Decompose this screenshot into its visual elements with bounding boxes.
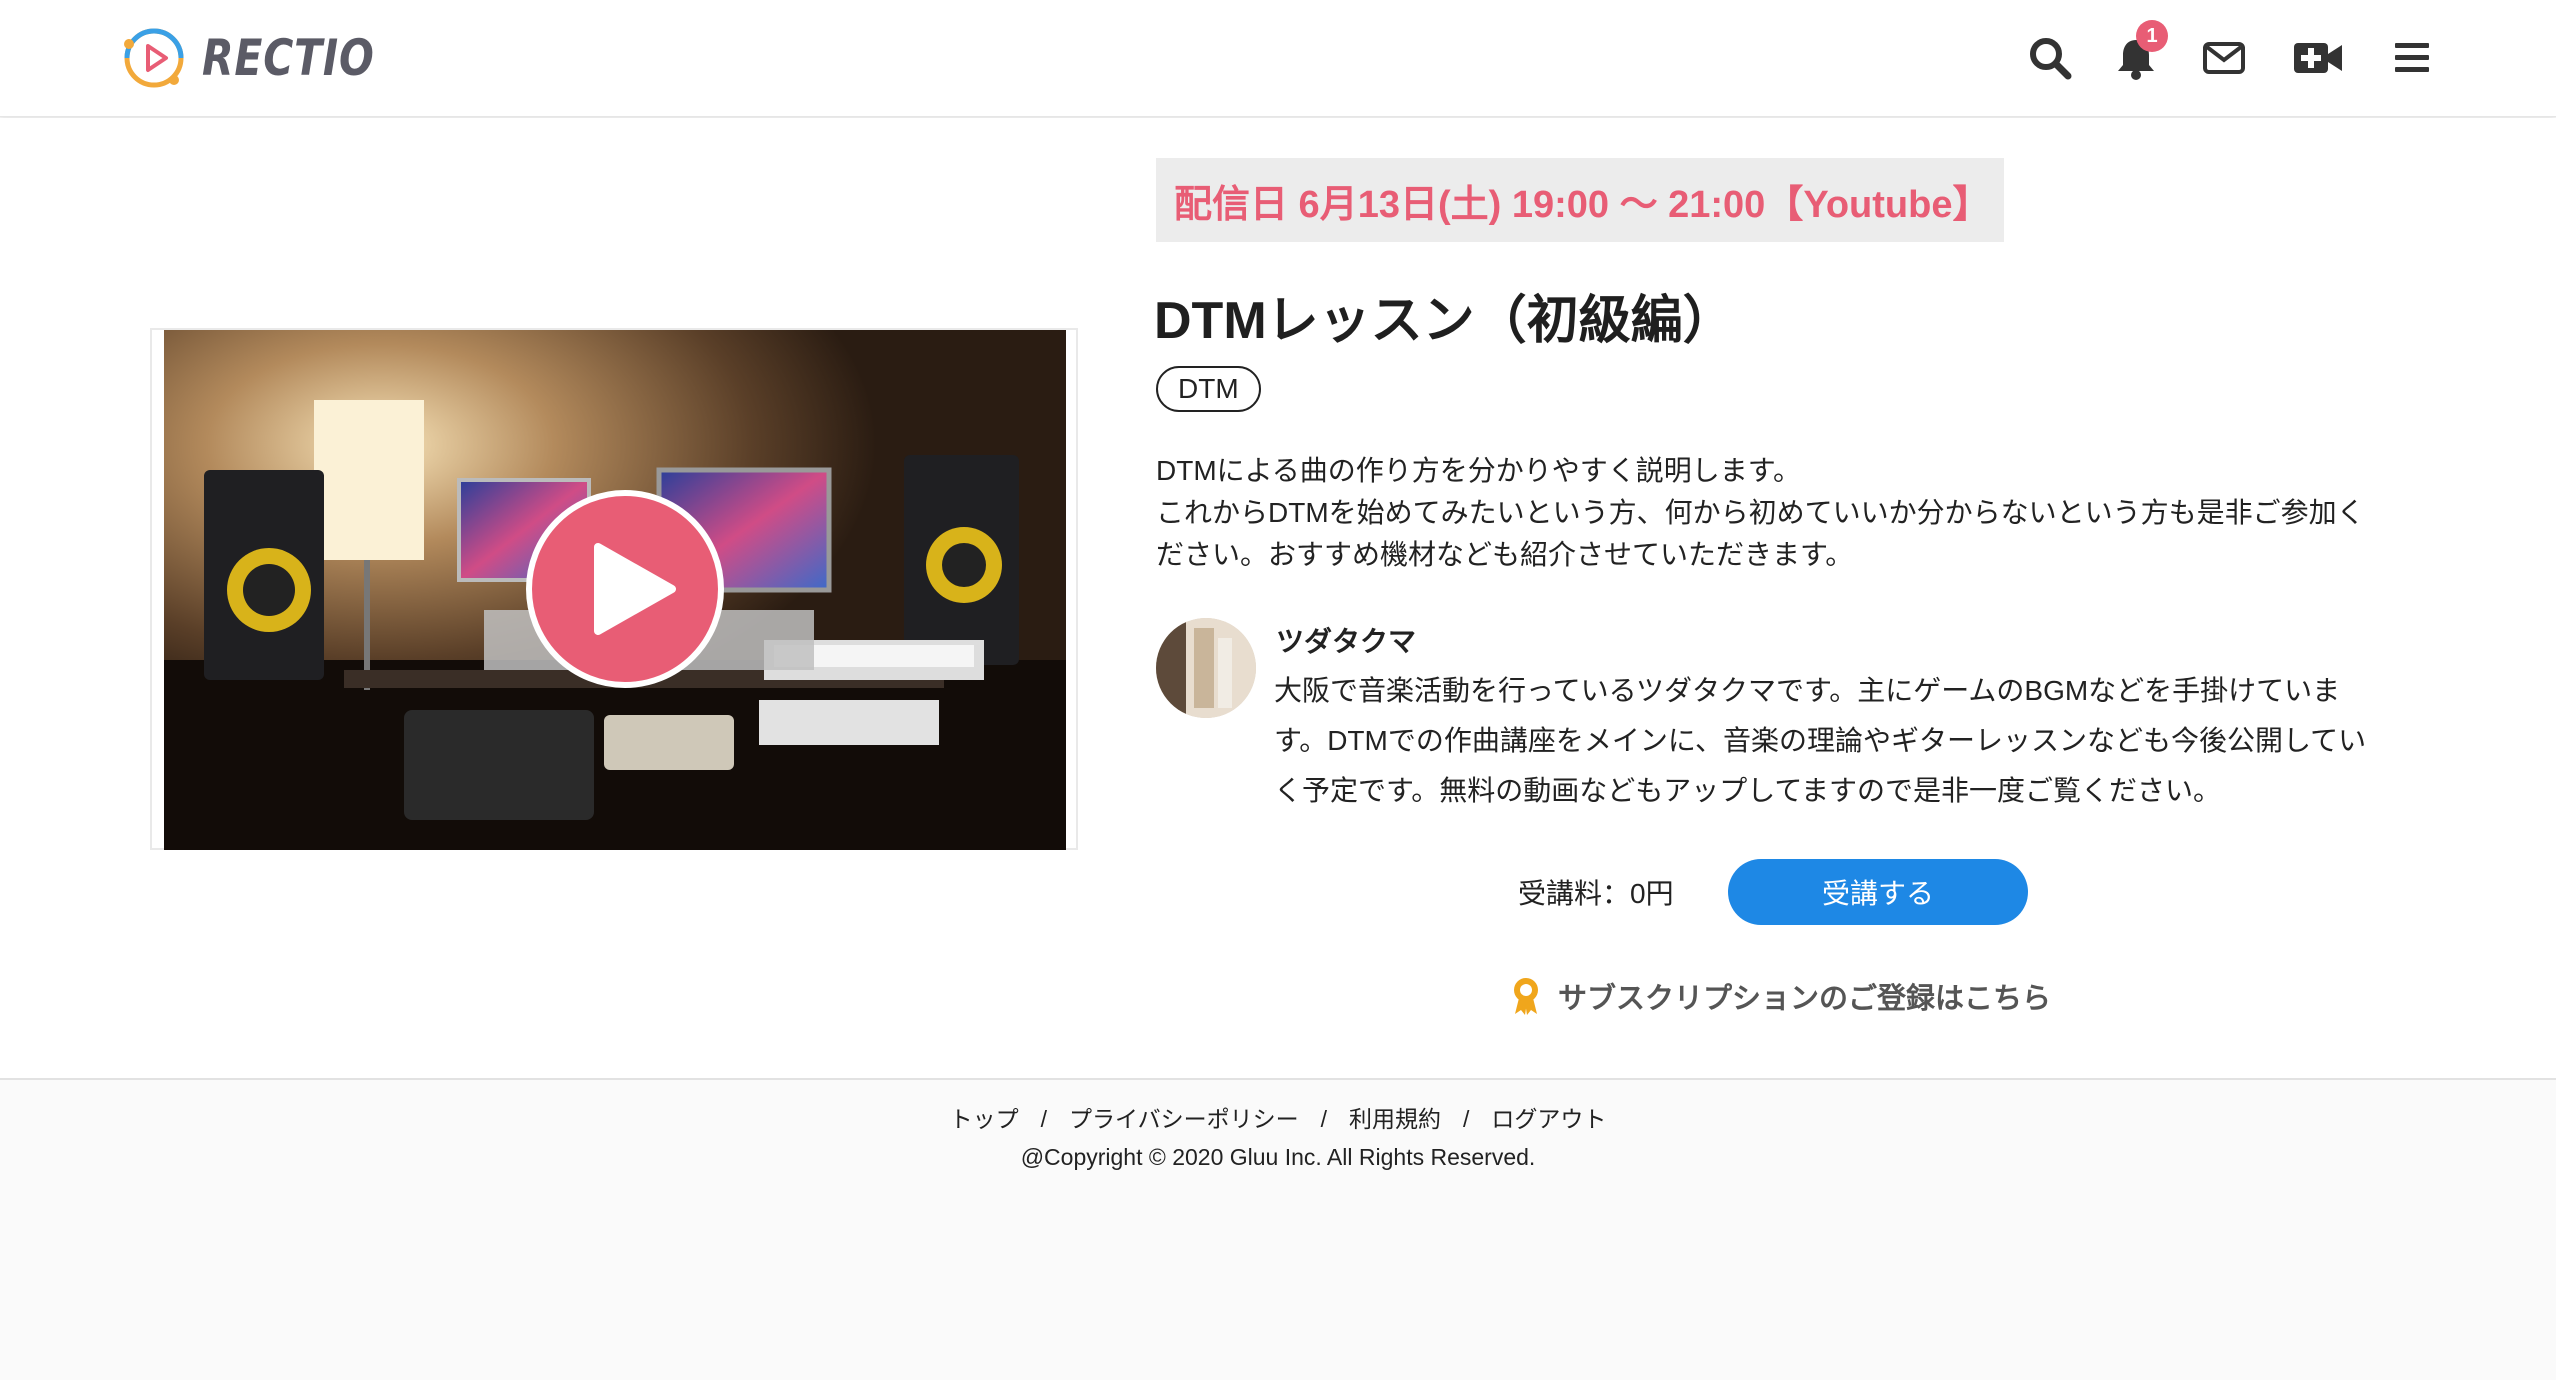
subscription-link-text: サブスクリプションのご登録はこちら [1558,983,2052,1015]
course-fee: 受講料：0円 [1518,878,1674,909]
description-line-2: これからDTMを始めてみたいという方、何から初めていいか分からないという方も是非… [1156,497,2365,528]
footer-separator: / [1320,1106,1327,1132]
instructor-name[interactable]: ツダタクマ [1276,620,1416,660]
instructor-bio: 大阪で音楽活動を行っているツダタクマです。主にゲームのBGMなどを手掛けていま … [1274,666,2374,816]
logo[interactable]: RECTIO [118,22,413,94]
footer-link-privacy[interactable]: プライバシーポリシー [1069,1106,1299,1132]
description-line-1: DTMによる曲の作り方を分かりやすく説明します。 [1156,455,1802,486]
enroll-button[interactable]: 受講する [1728,859,2028,925]
footer-link-top[interactable]: トップ [950,1106,1019,1132]
bio-line-2: す。DTMでの作曲講座をメインに、音楽の理論やギターレッスンなども今後公開してい [1274,725,2367,756]
app-root: RECTIO 1 配信日 6月13日(土) 19:00 〜 21:00【Yout… [0,0,2556,1380]
description-line-3: ださい。おすすめ機材なども紹介させていただきます。 [1156,539,1854,570]
mail-icon [2203,42,2245,74]
avatar-image [1156,618,1256,718]
footer-links: トップ / プライバシーポリシー / 利用規約 / ログアウト [0,1100,2556,1134]
video-plus-icon [2294,43,2342,73]
footer-link-terms[interactable]: 利用規約 [1349,1106,1441,1132]
play-icon [594,543,676,635]
lesson-description: DTMによる曲の作り方を分かりやすく説明します。 これからDTMを始めてみたいと… [1156,450,2376,576]
search-button[interactable] [2020,28,2080,88]
notification-badge: 1 [2136,20,2168,52]
logo-icon [124,28,184,88]
notifications-button[interactable]: 1 [2106,20,2168,88]
lesson-title: DTMレッスン（初級編） [1154,292,1735,350]
create-live-button[interactable] [2288,28,2348,88]
category-tag[interactable]: DTM [1156,366,1261,412]
footer-link-logout[interactable]: ログアウト [1491,1106,1606,1132]
bio-line-3: く予定です。無料の動画などもアップしてますので是非一度ご覧ください。 [1274,775,2221,806]
play-button[interactable] [526,490,724,688]
messages-button[interactable] [2194,28,2254,88]
menu-icon [2395,43,2429,72]
logo-text: RECTIO [202,29,375,87]
footer-separator: / [1040,1106,1048,1132]
menu-button[interactable] [2382,28,2442,88]
broadcast-date-banner: 配信日 6月13日(土) 19:00 〜 21:00【Youtube】 [1156,158,2004,242]
search-icon [2030,38,2072,80]
award-ribbon-icon [1514,978,1538,1015]
main-content: 配信日 6月13日(土) 19:00 〜 21:00【Youtube】 DTMレ… [0,118,2556,1078]
bio-line-1: 大阪で音楽活動を行っているツダタクマです。主にゲームのBGMなどを手掛けていま [1274,675,2341,706]
instructor-avatar[interactable] [1156,618,1256,718]
subscription-link[interactable]: サブスクリプションのご登録はこちら [1510,974,2051,1018]
top-header: RECTIO 1 [0,0,2556,117]
page-footer: トップ / プライバシーポリシー / 利用規約 / ログアウト @Copyright © 2… [0,1078,2556,1380]
copyright-text: @Copyright © 2020 Gluu Inc. All Rights R… [1020,1144,1536,1170]
footer-separator: / [1462,1106,1470,1132]
video-thumbnail[interactable] [164,330,1066,850]
video-thumbnail-frame [150,328,1078,850]
